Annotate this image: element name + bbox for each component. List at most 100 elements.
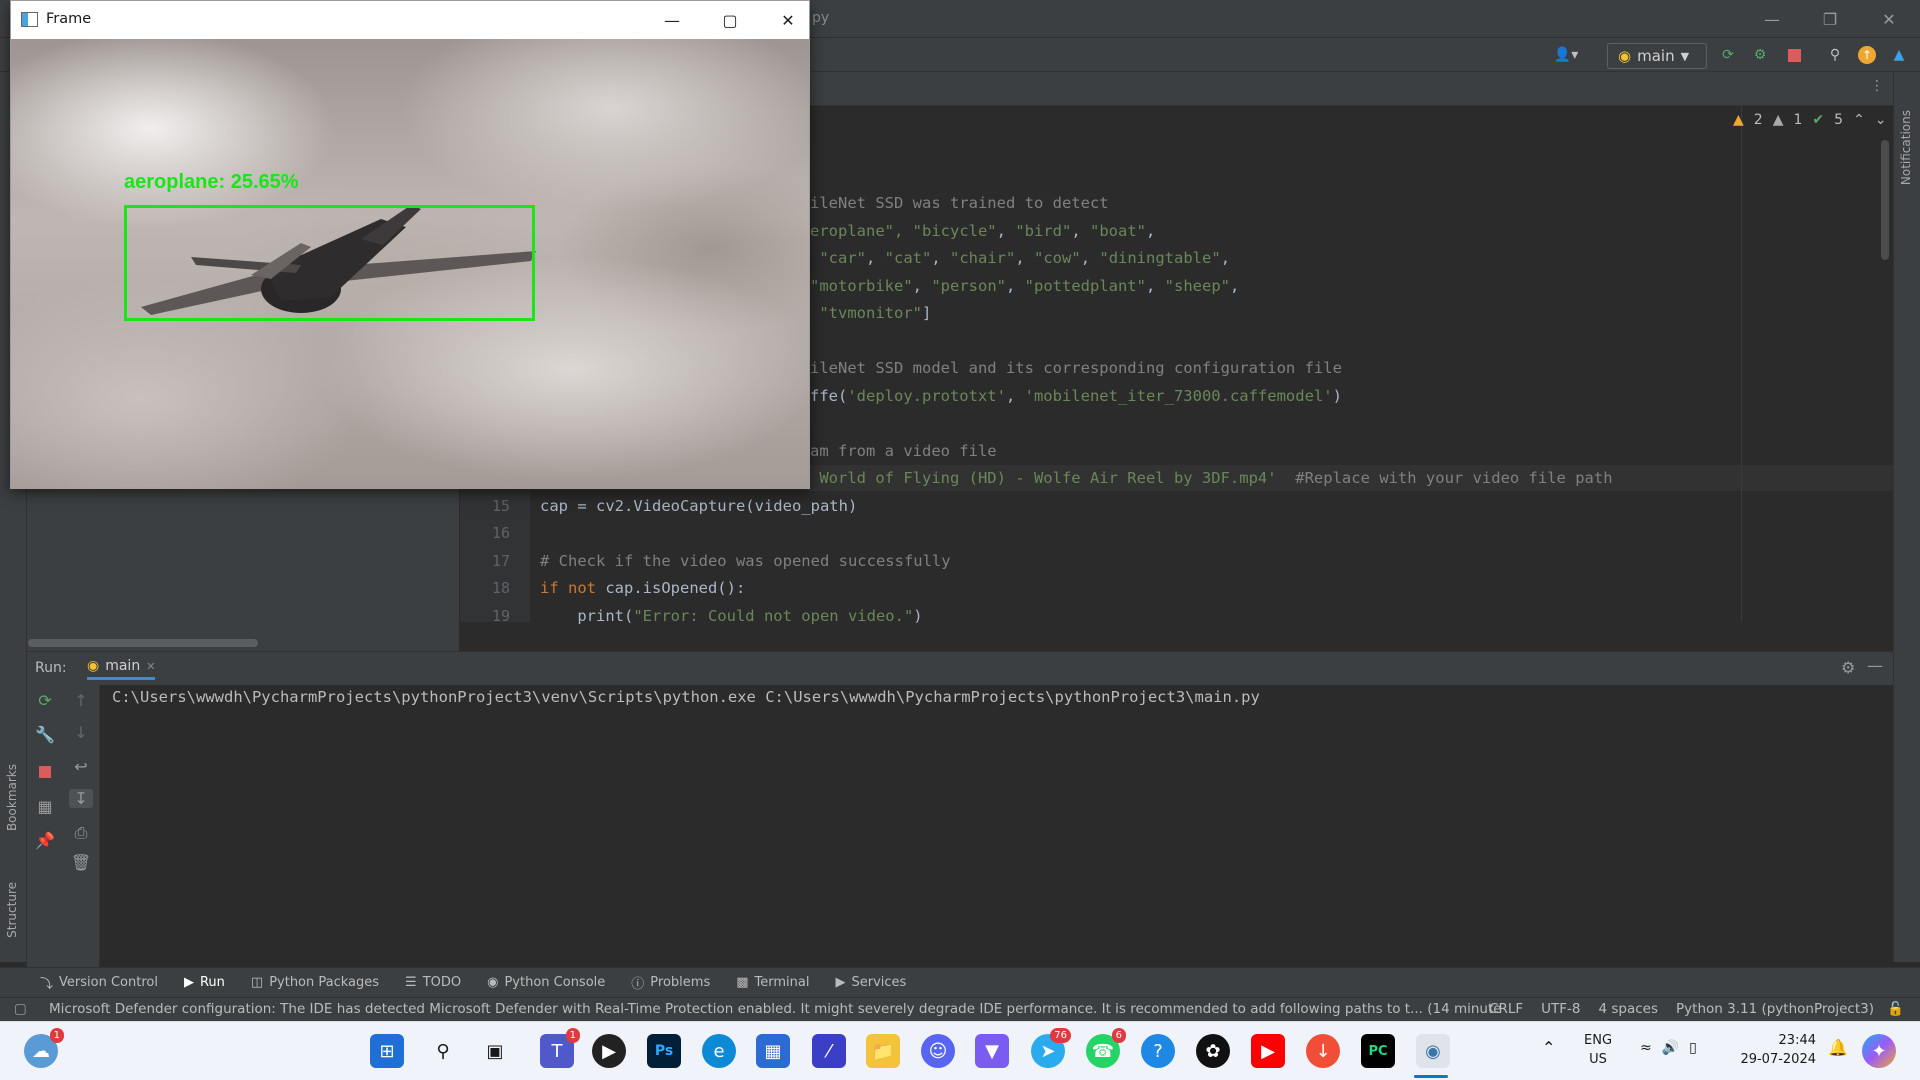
tool-tab-python-packages[interactable]: ◫ Python Packages xyxy=(251,975,379,990)
clock-time: 23:44 xyxy=(1778,1033,1816,1048)
run-toolbar-secondary: ↑ ↓ ↩ ↧ ⎙ 🗑 xyxy=(63,685,100,967)
notifications-tab[interactable]: Notifications xyxy=(1899,110,1913,185)
arrow-down-icon[interactable]: ↓ xyxy=(69,723,93,742)
frame-close-button[interactable]: ✕ xyxy=(759,1,817,39)
stop-icon[interactable] xyxy=(1782,43,1806,67)
lock-icon[interactable]: 🔓 xyxy=(1887,1001,1904,1017)
stop-icon[interactable] xyxy=(33,763,57,782)
line-number: 15 xyxy=(491,496,510,515)
editor-scrollbar[interactable] xyxy=(1881,140,1889,260)
weather-icon[interactable]: ☁ 1 xyxy=(24,1028,64,1068)
frame-window[interactable]: Frame — ▢ ✕ aeroplane: 25.65% xyxy=(10,0,810,489)
line-number: 16 xyxy=(491,524,510,542)
print-icon[interactable]: ⎙ xyxy=(69,823,93,843)
close-icon[interactable]: ✕ xyxy=(146,660,155,673)
media-player-icon[interactable]: ▶ xyxy=(592,1034,626,1068)
search-icon[interactable]: ⚲ xyxy=(1823,43,1847,67)
start-icon[interactable]: ⊞ xyxy=(370,1034,404,1068)
arrow-up-icon[interactable]: ↑ xyxy=(69,691,93,710)
photoshop-icon[interactable]: Ps xyxy=(647,1034,681,1068)
weather-badge: 1 xyxy=(49,1028,64,1043)
code-token: if not xyxy=(540,579,606,597)
indent-setting[interactable]: 4 spaces xyxy=(1598,1001,1658,1017)
update-icon[interactable]: ↑ xyxy=(1855,43,1879,67)
tool-tab-label: TODO xyxy=(422,975,462,990)
youtube-icon[interactable]: ▶ xyxy=(1251,1034,1285,1068)
frame-title-bar[interactable]: Frame — ▢ ✕ xyxy=(11,1,809,39)
file-encoding[interactable]: UTF-8 xyxy=(1541,1001,1580,1017)
tool-tab-services[interactable]: ▶ Services xyxy=(835,975,906,990)
code-token: 'mobilenet_iter_73000.caffemodel' xyxy=(1024,386,1333,405)
project-scrollbar[interactable] xyxy=(28,639,258,647)
mathpix-icon[interactable]: ⁄ xyxy=(812,1034,846,1068)
file-explorer-icon[interactable]: 📁 xyxy=(866,1034,900,1068)
chatgpt-icon[interactable]: ✿ xyxy=(1196,1034,1230,1068)
frame-maximize-button[interactable]: ▢ xyxy=(701,1,759,39)
teams-icon[interactable]: T1 xyxy=(540,1028,580,1068)
discord-icon[interactable]: ☺ xyxy=(921,1034,955,1068)
download-icon[interactable]: ↓ xyxy=(1306,1034,1340,1068)
language-indicator[interactable]: ENG US xyxy=(1584,1031,1612,1069)
run-console[interactable] xyxy=(27,685,1893,967)
run-tab-main[interactable]: ◉ main ✕ xyxy=(87,658,156,680)
copilot-icon[interactable]: ✦ xyxy=(1862,1034,1896,1068)
battery-icon: ▯ xyxy=(1689,1040,1697,1056)
telegram-icon[interactable]: ➤ 76 xyxy=(1031,1028,1071,1068)
wrench-icon[interactable]: 🔧 xyxy=(33,725,57,744)
minimize-panel-icon[interactable]: — xyxy=(1867,656,1883,675)
jetbrains-ai-icon[interactable]: ▲ xyxy=(1887,43,1911,67)
chevron-up-icon[interactable]: ⌃ xyxy=(1542,1038,1555,1057)
python-icon[interactable]: ◉ xyxy=(1416,1034,1450,1068)
structure-tab[interactable]: Structure xyxy=(5,882,19,938)
rerun-icon[interactable]: ⟳ xyxy=(1716,43,1740,67)
user-icon[interactable]: 👤▾ xyxy=(1548,43,1584,67)
vpn-icon[interactable]: ▼ xyxy=(975,1034,1009,1068)
code-token: ) xyxy=(913,606,923,625)
python-icon: ◉ xyxy=(1618,47,1632,65)
line-separator[interactable]: CRLF xyxy=(1489,1001,1523,1017)
search-icon[interactable]: ⚲ xyxy=(426,1034,460,1068)
edge-icon[interactable]: e xyxy=(702,1034,736,1068)
ide-close-button[interactable]: ✕ xyxy=(1860,0,1918,38)
chevron-up-icon[interactable]: ⌃ xyxy=(1853,112,1865,128)
frame-minimize-button[interactable]: — xyxy=(643,1,701,39)
system-tray[interactable]: ≈ 🔊 ▯ xyxy=(1640,1040,1697,1056)
trash-icon[interactable]: 🗑 xyxy=(69,853,93,872)
tool-tab-version-control[interactable]: ⤵ Version Control xyxy=(40,973,158,992)
code-token: , xyxy=(1005,386,1025,405)
status-message[interactable]: Microsoft Defender configuration: The ID… xyxy=(49,1001,1502,1017)
terminal-icon: ▩ xyxy=(736,975,749,990)
bookmarks-tab[interactable]: Bookmarks xyxy=(5,764,19,831)
gear-icon[interactable]: ⚙ xyxy=(1841,658,1855,677)
chevron-down-icon[interactable]: ⌄ xyxy=(1875,112,1887,128)
notification-bell-icon[interactable]: 🔔 xyxy=(1828,1038,1848,1057)
tool-tab-run[interactable]: ▶ Run xyxy=(184,975,225,990)
tool-tab-problems[interactable]: ⓘ Problems xyxy=(631,973,710,992)
debug-icon[interactable]: ⚙ xyxy=(1748,43,1772,67)
inspection-widget[interactable]: ▲ 2 ▲ 1 ✔ 5 ⌃ ⌄ xyxy=(1733,112,1887,128)
tool-tab-python-console[interactable]: ◉ Python Console xyxy=(487,975,605,990)
store-icon[interactable]: ▦ xyxy=(756,1034,790,1068)
pycharm-icon[interactable]: PC xyxy=(1361,1034,1395,1068)
whatsapp-icon[interactable]: ☎ 6 xyxy=(1086,1028,1126,1068)
ide-minimize-button[interactable]: — xyxy=(1743,0,1801,38)
clock[interactable]: 23:44 29-07-2024 xyxy=(1736,1031,1816,1069)
more-icon[interactable]: ⋮ xyxy=(1870,78,1884,94)
task-view-icon[interactable]: ▣ xyxy=(478,1034,512,1068)
panel-toggle-icon[interactable]: ▢ xyxy=(14,1001,27,1017)
line-number: 18 xyxy=(491,579,510,597)
tool-tab-terminal[interactable]: ▩ Terminal xyxy=(736,975,809,990)
soft-wrap-icon[interactable]: ↩ xyxy=(69,757,93,776)
run-config-selector[interactable]: ◉ main ▼ xyxy=(1607,43,1707,69)
ide-restore-button[interactable]: ❐ xyxy=(1801,0,1859,38)
code-token: "bird" xyxy=(1015,221,1072,240)
interpreter-selector[interactable]: Python 3.11 (pythonProject3) xyxy=(1676,1001,1874,1017)
rerun-icon[interactable]: ⟳ xyxy=(33,691,57,710)
layout-icon[interactable]: ▦ xyxy=(33,797,57,816)
pin-icon[interactable]: 📌 xyxy=(33,831,57,850)
code-token: ffe( xyxy=(810,386,848,405)
tool-tab-todo[interactable]: ☰ TODO xyxy=(405,975,461,990)
scroll-to-end-icon[interactable]: ↧ xyxy=(69,789,93,808)
ok-icon: ✔ xyxy=(1812,112,1825,128)
help-icon[interactable]: ? xyxy=(1141,1034,1175,1068)
